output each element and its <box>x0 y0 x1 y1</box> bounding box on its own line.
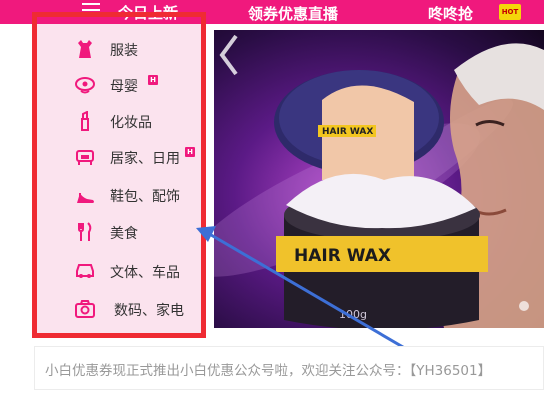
notice-text: 小白优惠券现正式推出小白优惠公众号啦，欢迎关注公众号：【YH36501】 <box>45 363 492 379</box>
notice-bar: 小白优惠券现正式推出小白优惠公众号啦，欢迎关注公众号：【YH36501】 <box>34 346 544 390</box>
